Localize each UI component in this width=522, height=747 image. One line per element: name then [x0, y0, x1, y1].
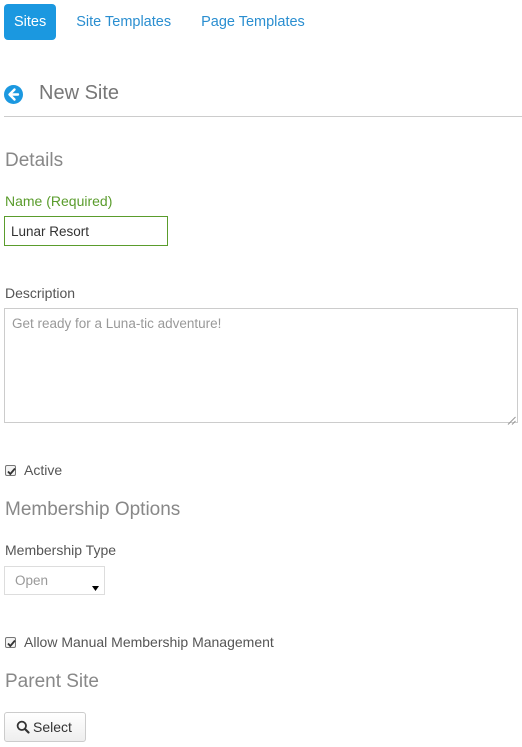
details-section-title: Details: [5, 150, 64, 171]
tab-page-templates[interactable]: Page Templates: [191, 4, 315, 40]
name-label: Name (Required): [5, 193, 113, 209]
active-label: Active: [24, 462, 63, 478]
membership-type-select[interactable]: Open: [4, 566, 105, 595]
manual-membership-checkbox-row: Allow Manual Membership Management: [5, 634, 274, 650]
membership-section-title: Membership Options: [5, 499, 181, 520]
dropdown-arrow-icon: [92, 578, 99, 591]
search-icon: [16, 720, 30, 734]
top-nav: Sites Site Templates Page Templates: [4, 4, 325, 40]
active-checkbox[interactable]: [5, 464, 16, 476]
active-checkbox-row: Active: [5, 462, 62, 478]
resize-grip-icon[interactable]: [507, 412, 516, 425]
membership-type-value: Open: [15, 573, 49, 588]
tab-sites[interactable]: Sites: [4, 4, 57, 40]
manual-membership-label: Allow Manual Membership Management: [24, 634, 274, 650]
new-site-page: Sites Site Templates Page Templates New …: [0, 0, 522, 747]
manual-membership-checkbox[interactable]: [5, 636, 16, 648]
description-field[interactable]: Get ready for a Luna-tic adventure!: [4, 308, 518, 423]
select-parent-site-button[interactable]: Select: [4, 712, 86, 742]
description-label: Description: [5, 285, 76, 301]
page-header: New Site: [4, 80, 522, 116]
tab-site-templates[interactable]: Site Templates: [66, 4, 181, 40]
header-divider: [4, 116, 522, 117]
select-button-label: Select: [33, 719, 72, 735]
name-field[interactable]: [4, 216, 168, 246]
parent-site-section-title: Parent Site: [5, 671, 99, 692]
back-arrow-icon[interactable]: [4, 85, 23, 104]
page-title: New Site: [39, 82, 120, 104]
membership-type-label: Membership Type: [5, 542, 117, 558]
